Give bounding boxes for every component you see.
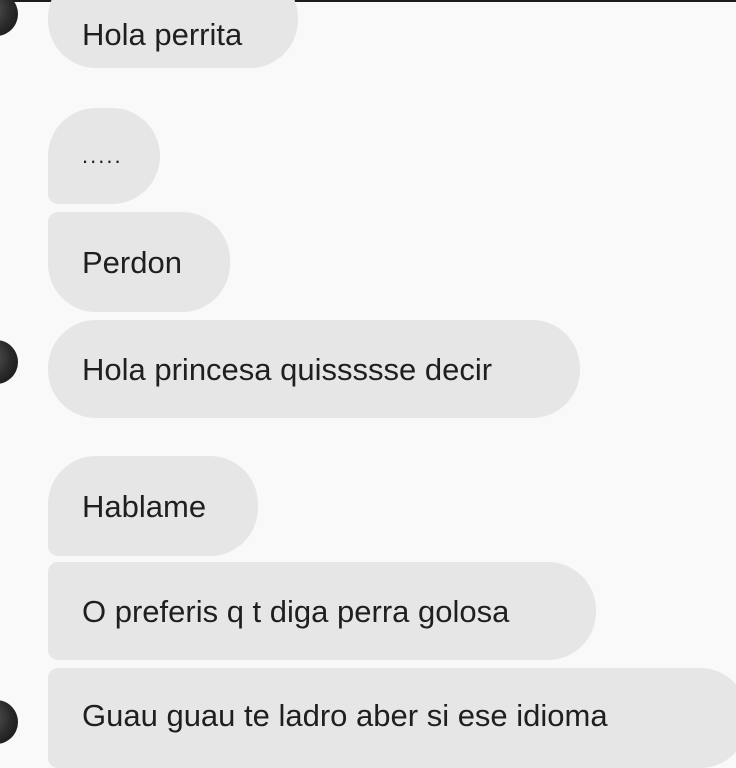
message-bubble[interactable]: O preferis q t diga perra golosa [48, 562, 596, 660]
message-text: O preferis q t diga perra golosa [82, 593, 510, 629]
message-text: Perdon [82, 244, 182, 280]
message-bubble[interactable]: Hola princesa quissssse decir [48, 320, 580, 418]
message-bubble[interactable]: Hablame [48, 456, 258, 556]
sender-avatar[interactable] [0, 340, 18, 384]
sender-avatar[interactable] [0, 700, 18, 744]
message-bubble[interactable]: ..... [48, 108, 160, 204]
message-text: Guau guau te ladro aber si ese idioma [82, 698, 608, 733]
sender-avatar[interactable] [0, 0, 18, 36]
message-bubble[interactable]: Hola perrita [48, 0, 298, 68]
message-text: Hola princesa quissssse decir [82, 351, 493, 387]
message-bubble[interactable]: Perdon [48, 212, 230, 312]
message-text: ..... [82, 143, 123, 168]
message-bubble[interactable]: Guau guau te ladro aber si ese idioma [48, 668, 736, 768]
message-text: Hola perrita [82, 16, 243, 52]
message-text: Hablame [82, 488, 207, 524]
